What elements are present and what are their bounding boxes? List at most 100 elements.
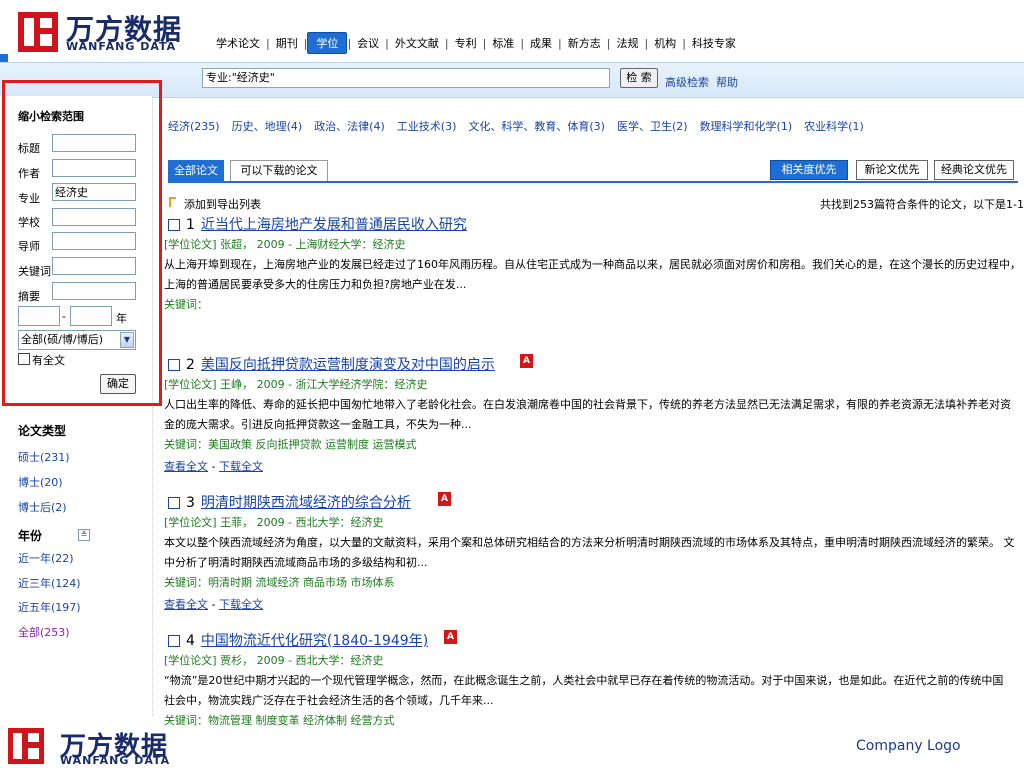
result-links: 查看全文 - 下载全文 xyxy=(164,596,263,612)
result-abstract-line1: 人口出生率的降低、寿命的延长把中国匆忙地带入了老龄化社会。在白发浪潮席卷中国的社… xyxy=(164,398,1011,411)
category-filter-row: 经济(235) 历史、地理(4) 政治、法律(4) 工业技术(3) 文化、科学、教育、体… xyxy=(168,118,876,134)
nav-item-3[interactable]: 会议 xyxy=(351,35,385,51)
tab-downloadable[interactable]: 可以下载的论文 xyxy=(230,160,328,181)
paper-type-postdoc[interactable]: 博士后(2) xyxy=(18,499,67,515)
view-fulltext-link[interactable]: 查看全文 xyxy=(164,460,208,473)
search-input[interactable]: 专业:"经济史" xyxy=(202,68,610,88)
result-title-link[interactable]: 中国物流近代化研究(1840-1949年) xyxy=(201,633,428,649)
pdf-icon[interactable]: A xyxy=(444,630,457,644)
result-title-link[interactable]: 明清时期陕西流域经济的综合分析 xyxy=(201,495,411,511)
result-abstract-line1: 从上海开埠到现在，上海房地产业的发展已经走过了160年风雨历程。自从住宅正式成为… xyxy=(164,258,1014,271)
result-item: 3 明清时期陕西流域经济的综合分析 A [学位论文] 王菲， 2009 - 西北大学：… xyxy=(164,492,1014,612)
result-meta: [学位论文] 贾杉， 2009 - 西北大学：经济史 xyxy=(164,654,384,667)
nav-item-7[interactable]: 成果 xyxy=(524,35,558,51)
sort-relevance-button[interactable]: 相关度优先 xyxy=(770,160,848,180)
result-keywords: 关键词：美国政策 反向抵押贷款 运营制度 运营模式 xyxy=(164,438,417,451)
top-navigation: 学术论文 | 期刊 | 学位 | 会议 | 外文文献 | 专利 | 标准 | 成果 | 新方志 | 法规 | 机构 | 科技… xyxy=(210,32,742,54)
pdf-icon[interactable]: A xyxy=(520,354,533,368)
result-item: 1 近当代上海房地产发展和普通居民收入研究 [学位论文] 张超， 2009 - 上海… xyxy=(164,214,1014,334)
paper-type-doctor[interactable]: 博士(20) xyxy=(18,474,63,490)
nav-item-9[interactable]: 法规 xyxy=(610,35,644,51)
footer-logo: 万方数据 WANFANG DATA xyxy=(8,726,188,767)
category-link-7[interactable]: 农业科学(1) xyxy=(804,120,864,133)
result-title-row: 2 美国反向抵押贷款运营制度演变及对中国的启示 xyxy=(168,354,495,374)
result-count: 共找到253篇符合条件的论文，以下是1-10 xyxy=(820,198,1024,211)
sort-classic-button[interactable]: 经典论文优先 xyxy=(934,160,1014,180)
result-title-row: 3 明清时期陕西流域经济的综合分析 xyxy=(168,492,411,512)
result-links: 查看全文 - 下载全文 xyxy=(164,458,263,474)
result-item: 4 中国物流近代化研究(1840-1949年) A [学位论文] 贾杉， 2009 -… xyxy=(164,630,1014,750)
result-meta: [学位论文] 张超， 2009 - 上海财经大学：经济史 xyxy=(164,238,406,251)
result-abstract-line1: “物流”是20世纪中期才兴起的一个现代管理学概念，然而，在此概念诞生之前，人类社… xyxy=(164,674,1004,687)
result-title-row: 4 中国物流近代化研究(1840-1949年) xyxy=(168,630,428,650)
nav-item-10[interactable]: 机构 xyxy=(648,35,682,51)
category-link-5[interactable]: 医学、卫生(2) xyxy=(617,120,688,133)
category-link-6[interactable]: 数理科学和化学(1) xyxy=(700,120,793,133)
pdf-icon[interactable]: A xyxy=(438,492,451,506)
result-checkbox[interactable] xyxy=(168,497,180,509)
footer-logo-mark-icon xyxy=(8,728,44,764)
export-arrow-icon[interactable] xyxy=(168,196,178,208)
result-item: 2 美国反向抵押贷款运营制度演变及对中国的启示 A [学位论文] 王峥， 2009 -… xyxy=(164,354,1014,474)
category-link-2[interactable]: 政治、法律(4) xyxy=(314,120,385,133)
nav-item-5[interactable]: 专利 xyxy=(449,35,483,51)
result-keywords: 关键词：明清时期 流域经济 商品市场 市场体系 xyxy=(164,576,395,589)
nav-item-0[interactable]: 学术论文 xyxy=(210,35,266,51)
result-meta: [学位论文] 王菲， 2009 - 西北大学：经济史 xyxy=(164,516,384,529)
logo-text-en: WANFANG DATA xyxy=(66,40,177,53)
download-fulltext-link[interactable]: 下载全文 xyxy=(219,460,263,473)
wanfang-logo[interactable]: 万方数据 WANFANG DATA xyxy=(18,8,181,54)
result-number: 3 xyxy=(186,495,195,511)
help-link[interactable]: 帮助 xyxy=(716,74,738,90)
result-abstract-line2: 中分析了明清时期陕西流域商品市场的多级结构和初... xyxy=(164,556,428,569)
result-abstract-line2: 上海的普通居民要承受多大的住房压力和负担?房地产业在发... xyxy=(164,278,467,291)
result-keywords: 关键词：物流管理 制度变革 经济体制 经营方式 xyxy=(164,714,395,727)
paper-type-master[interactable]: 硕士(231) xyxy=(18,449,70,465)
view-fulltext-link[interactable]: 查看全文 xyxy=(164,598,208,611)
download-fulltext-link[interactable]: 下载全文 xyxy=(219,598,263,611)
result-keywords: 关键词： xyxy=(164,298,208,311)
year-last-three[interactable]: 近三年(124) xyxy=(18,575,81,591)
year-heading: 年份 xyxy=(18,529,43,543)
result-number: 2 xyxy=(186,357,195,373)
nav-item-6[interactable]: 标准 xyxy=(486,35,520,51)
result-title-link[interactable]: 近当代上海房地产发展和普通居民收入研究 xyxy=(201,217,467,233)
link-separator: - xyxy=(211,598,216,611)
logo-mark-icon xyxy=(18,12,58,52)
result-title-row: 1 近当代上海房地产发展和普通居民收入研究 xyxy=(168,214,467,234)
year-last-one[interactable]: 近一年(22) xyxy=(18,550,74,566)
advanced-search-link[interactable]: 高级检索 xyxy=(665,74,709,90)
result-checkbox[interactable] xyxy=(168,219,180,231)
nav-item-2[interactable]: 学位 xyxy=(307,32,348,54)
highlight-frame xyxy=(2,80,162,406)
nav-item-1[interactable]: 期刊 xyxy=(270,35,304,51)
result-number: 4 xyxy=(186,633,195,649)
sort-newest-button[interactable]: 新论文优先 xyxy=(856,160,928,180)
tab-all-papers[interactable]: 全部论文 xyxy=(168,160,224,181)
result-abstract-line1: 本文以整个陕西流域经济为角度，以大量的文献资料，采用个案和总体研究相结合的方法来… xyxy=(164,536,1014,549)
collapse-toggle-icon[interactable]: ≚ xyxy=(78,529,90,541)
year-last-five[interactable]: 近五年(197) xyxy=(18,599,81,615)
export-list-link[interactable]: 添加到导出列表 xyxy=(184,196,261,212)
category-link-3[interactable]: 工业技术(3) xyxy=(397,120,457,133)
nav-item-8[interactable]: 新方志 xyxy=(562,35,607,51)
result-checkbox[interactable] xyxy=(168,359,180,371)
category-link-0[interactable]: 经济(235) xyxy=(168,120,220,133)
category-link-4[interactable]: 文化、科学、教育、体育(3) xyxy=(468,120,605,133)
nav-item-11[interactable]: 科技专家 xyxy=(686,35,742,51)
nav-item-4[interactable]: 外文文献 xyxy=(389,35,445,51)
result-meta: [学位论文] 王峥， 2009 - 浙江大学经济学院：经济史 xyxy=(164,378,428,391)
footer-logo-text-en: WANFANG DATA xyxy=(60,754,171,767)
paper-type-heading: 论文类型 xyxy=(18,424,67,438)
result-abstract-line2: 社会中，物流实践广泛存在于社会经济生活的各个领域，几千年来... xyxy=(164,694,494,707)
company-logo-text: Company Logo xyxy=(856,738,961,754)
result-checkbox[interactable] xyxy=(168,635,180,647)
year-all[interactable]: 全部(253) xyxy=(18,624,70,640)
result-abstract-line2: 金的庞大需求。引进反向抵押贷款这一金融工具，不失为一种... xyxy=(164,418,472,431)
search-button[interactable]: 检 索 xyxy=(620,68,658,88)
result-number: 1 xyxy=(186,217,195,233)
link-separator: - xyxy=(211,460,216,473)
result-title-link[interactable]: 美国反向抵押贷款运营制度演变及对中国的启示 xyxy=(201,357,495,373)
category-link-1[interactable]: 历史、地理(4) xyxy=(232,120,303,133)
tab-underline xyxy=(168,181,1018,183)
